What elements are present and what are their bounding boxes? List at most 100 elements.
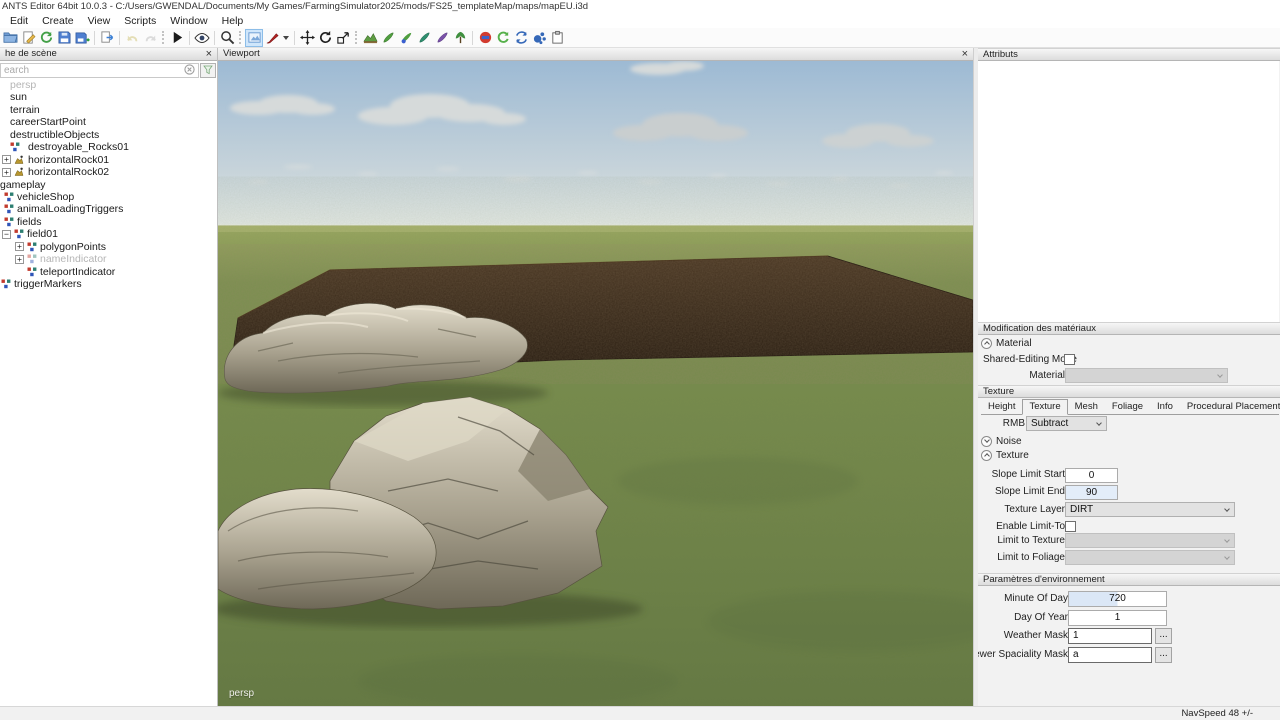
- day-of-year-input[interactable]: 1: [1068, 610, 1167, 626]
- enable-limit-to-checkbox[interactable]: [1065, 521, 1076, 532]
- recycle-icon[interactable]: [512, 29, 530, 47]
- selection-tool-icon[interactable]: [245, 29, 263, 47]
- tree-item-horizontalrock02[interactable]: horizontalRock02: [0, 166, 217, 178]
- expand-icon[interactable]: [2, 168, 11, 177]
- tab-info[interactable]: Info: [1150, 399, 1180, 415]
- weather-mask-input[interactable]: 1: [1068, 628, 1152, 644]
- material-section-header: Modification des matériaux: [978, 322, 1280, 335]
- viewer-spaciality-mask-browse-button[interactable]: ...: [1155, 647, 1172, 663]
- rotate-icon[interactable]: [316, 29, 334, 47]
- tree-item-gameplay[interactable]: gameplay: [0, 179, 217, 191]
- brush-dropdown-caret-icon[interactable]: [283, 36, 289, 40]
- limit-to-texture-select[interactable]: [1065, 533, 1235, 548]
- tree-item-triggermarkers[interactable]: triggerMarkers: [0, 278, 217, 290]
- script-paw-icon[interactable]: [530, 29, 548, 47]
- tree-item-fields[interactable]: fields: [0, 216, 217, 228]
- texture-collapse[interactable]: Texture: [981, 448, 1280, 462]
- slope-limit-start-label: Slope Limit Start: [992, 467, 1065, 483]
- clear-search-icon[interactable]: [184, 64, 195, 75]
- limit-to-texture-label: Limit to Texture: [997, 533, 1065, 549]
- tab-mesh[interactable]: Mesh: [1068, 399, 1105, 415]
- tree-item-destroyable-rocks01[interactable]: destroyable_Rocks01: [0, 141, 217, 153]
- app-window: ANTS Editor 64bit 10.0.3 - C:/Users/GWEN…: [0, 0, 1280, 720]
- material-select[interactable]: [1065, 368, 1228, 383]
- open-folder-icon[interactable]: [1, 29, 19, 47]
- foliage-paint-icon[interactable]: [415, 29, 433, 47]
- tree-item-polygonpoints[interactable]: polygonPoints: [0, 241, 217, 253]
- viewport-scene[interactable]: [218, 61, 973, 706]
- slope-limit-start-input[interactable]: 0: [1065, 468, 1118, 483]
- slope-limit-end-input[interactable]: 90: [1065, 485, 1118, 500]
- terrain-sculpt-icon[interactable]: [361, 29, 379, 47]
- menu-help[interactable]: Help: [220, 14, 246, 28]
- tree-item-label: sun: [10, 91, 27, 104]
- export-page-icon[interactable]: [98, 29, 116, 47]
- rmb-mode-value: Subtract: [1031, 418, 1068, 429]
- collapse-icon[interactable]: [2, 230, 11, 239]
- transform-group-icon: [27, 254, 37, 264]
- expand-icon[interactable]: [15, 242, 24, 251]
- close-scenegraph-icon[interactable]: [206, 49, 212, 60]
- minute-of-day-input[interactable]: 720: [1068, 591, 1167, 607]
- info-badge-icon[interactable]: [476, 29, 494, 47]
- rmb-label: RMB: [1003, 416, 1025, 432]
- expand-icon[interactable]: [2, 155, 11, 164]
- texture-layer-select[interactable]: DIRT: [1065, 502, 1235, 517]
- noise-collapse[interactable]: Noise: [981, 434, 1280, 448]
- material-collapse[interactable]: Material: [981, 336, 1280, 350]
- tree-item-careerstartpoint[interactable]: careerStartPoint: [0, 116, 217, 128]
- weather-mask-browse-button[interactable]: ...: [1155, 628, 1172, 644]
- terrain-paint-icon[interactable]: [397, 29, 415, 47]
- redo-icon[interactable]: [141, 29, 159, 47]
- terrain-detail-icon[interactable]: [433, 29, 451, 47]
- viewer-spaciality-mask-input[interactable]: a: [1068, 647, 1152, 663]
- shared-editing-checkbox[interactable]: [1064, 354, 1075, 365]
- save-plus-icon[interactable]: [73, 29, 91, 47]
- reload-icon[interactable]: [37, 29, 55, 47]
- menu-bar: Edit Create View Scripts Window Help: [0, 14, 1280, 28]
- tree-item-nameindicator[interactable]: nameIndicator: [0, 253, 217, 265]
- clipboard-icon[interactable]: [548, 29, 566, 47]
- tab-foliage[interactable]: Foliage: [1105, 399, 1150, 415]
- tree-brush-icon[interactable]: [451, 29, 469, 47]
- tree-item-persp[interactable]: persp: [0, 79, 217, 91]
- limit-to-foliage-select[interactable]: [1065, 550, 1235, 565]
- tree-item-destructibleobjects[interactable]: destructibleObjects: [0, 129, 217, 141]
- brush-icon[interactable]: [263, 29, 281, 47]
- undo-icon[interactable]: [123, 29, 141, 47]
- zoom-icon[interactable]: [218, 29, 236, 47]
- tree-item-vehicleshop[interactable]: vehicleShop: [0, 191, 217, 203]
- tab-texture[interactable]: Texture: [1022, 399, 1067, 415]
- tree-item-terrain[interactable]: terrain: [0, 104, 217, 116]
- scale-icon[interactable]: [334, 29, 352, 47]
- eye-icon[interactable]: [193, 29, 211, 47]
- refresh-c-icon[interactable]: [494, 29, 512, 47]
- tree-item-horizontalrock01[interactable]: horizontalRock01: [0, 154, 217, 166]
- page-edit-icon[interactable]: [19, 29, 37, 47]
- shared-editing-row: Shared-Editing Mode: [978, 352, 1280, 368]
- tab-procedural-placement[interactable]: Procedural Placement: [1180, 399, 1280, 415]
- tree-item-animalloadingtriggers[interactable]: animalLoadingTriggers: [0, 203, 217, 215]
- menu-create[interactable]: Create: [40, 14, 76, 28]
- filter-icon[interactable]: [200, 63, 216, 78]
- expand-icon[interactable]: [15, 255, 24, 264]
- save-icon[interactable]: [55, 29, 73, 47]
- tree-item-label: terrain: [10, 104, 40, 117]
- main-area: he de scène perspsunterraincareerStartPo…: [0, 48, 1280, 706]
- tree-item-field01[interactable]: field01: [0, 228, 217, 240]
- tab-height[interactable]: Height: [981, 399, 1022, 415]
- transform-group-icon: [4, 192, 14, 202]
- tree-item-teleportindicator[interactable]: teleportIndicator: [0, 266, 217, 278]
- rmb-mode-select[interactable]: Subtract: [1026, 416, 1107, 431]
- menu-scripts[interactable]: Scripts: [122, 14, 158, 28]
- close-viewport-icon[interactable]: [962, 49, 968, 60]
- tree-item-sun[interactable]: sun: [0, 91, 217, 103]
- move-icon[interactable]: [298, 29, 316, 47]
- menu-edit[interactable]: Edit: [8, 14, 30, 28]
- menu-window[interactable]: Window: [168, 14, 209, 28]
- play-icon[interactable]: [168, 29, 186, 47]
- texture-layer-value: DIRT: [1070, 504, 1093, 515]
- terrain-smooth-icon[interactable]: [379, 29, 397, 47]
- search-input[interactable]: [0, 63, 199, 78]
- menu-view[interactable]: View: [86, 14, 113, 28]
